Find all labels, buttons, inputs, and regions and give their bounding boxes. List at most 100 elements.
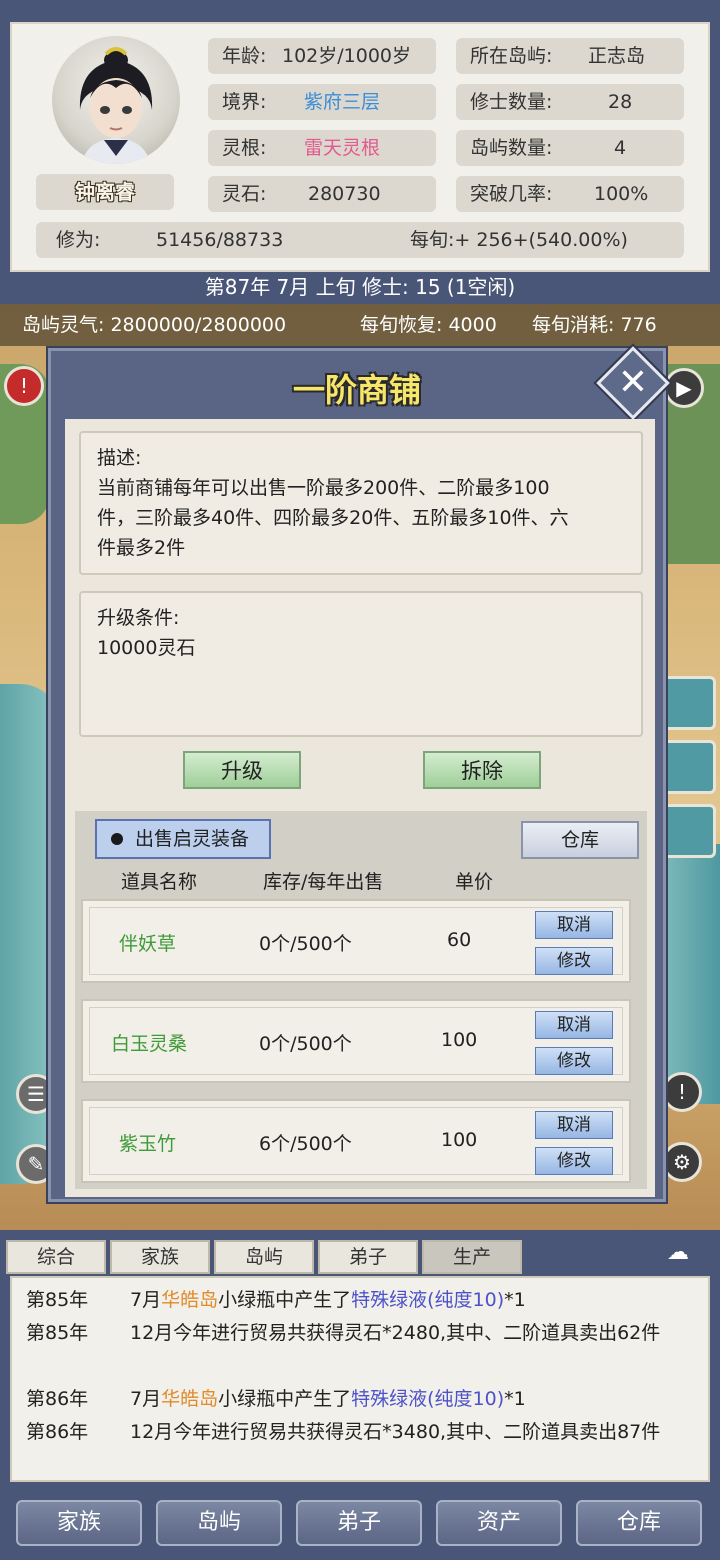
- event-log: 第85年 7月华皓岛小绿瓶中产生了特殊绿液(纯度10)*1 第85年 12月今年…: [10, 1276, 710, 1482]
- root-stat: 灵根: 雷天灵根: [208, 130, 436, 166]
- log-text: 小绿瓶中产生了: [218, 1289, 352, 1311]
- gear-icon[interactable]: ⚙: [662, 1142, 702, 1182]
- sell-equipment-toggle[interactable]: 出售启灵装备: [95, 819, 271, 859]
- edit-button[interactable]: 修改: [535, 1147, 613, 1175]
- character-panel: 钟离睿 年龄: 102岁/1000岁 境界: 紫府三层 灵根: 雷天灵根 灵石:…: [10, 22, 710, 272]
- nav-islands[interactable]: 岛屿: [156, 1500, 282, 1546]
- item-name: 伴妖草: [119, 933, 177, 955]
- log-entry: 第86年 7月华皓岛小绿瓶中产生了特殊绿液(纯度10)*1: [26, 1383, 706, 1416]
- item-name: 紫玉竹: [119, 1133, 177, 1155]
- item-stock: 0个/500个: [259, 933, 352, 955]
- status-line: 第87年 7月 上旬 修士: 15 (1空闲): [204, 275, 516, 299]
- nav-family[interactable]: 家族: [16, 1500, 142, 1546]
- cultivation-stat: 修为: 51456/88733 每旬:+ 256+(540.00%): [36, 222, 684, 258]
- column-item-name: 道具名称: [121, 871, 198, 893]
- tab-general[interactable]: 综合: [6, 1240, 106, 1274]
- upgrade-button[interactable]: 升级: [183, 751, 301, 789]
- item-price: 100: [441, 1029, 478, 1051]
- age-label: 年龄:: [222, 45, 267, 67]
- island-stat: 所在岛屿: 正志岛: [456, 38, 684, 74]
- nav-warehouse[interactable]: 仓库: [576, 1500, 702, 1546]
- alert-icon[interactable]: !: [662, 1072, 702, 1112]
- cultivators-value: 28: [608, 91, 633, 113]
- root-value: 雷天灵根: [304, 137, 381, 159]
- mascot-icon[interactable]: ☁: [658, 1240, 698, 1270]
- item-stock: 6个/500个: [259, 1133, 352, 1155]
- cultivators-label: 修士数量:: [470, 91, 553, 113]
- cancel-button[interactable]: 取消: [535, 911, 613, 939]
- map-water: [660, 844, 720, 1104]
- log-year: 第85年: [26, 1322, 89, 1344]
- item-name: 白玉灵桑: [111, 1033, 188, 1055]
- realm-stat: 境界: 紫府三层: [208, 84, 436, 120]
- log-message: 7月华皓岛小绿瓶中产生了特殊绿液(纯度10)*1: [130, 1383, 700, 1416]
- sell-equipment-label: 出售启灵装备: [135, 828, 250, 850]
- log-year: 第86年: [26, 1421, 89, 1443]
- breakthrough-stat: 突破几率: 100%: [456, 176, 684, 212]
- per-period-gain: 每旬:+ 256+(540.00%): [410, 229, 628, 251]
- list-item: 伴妖草 0个/500个 60 取消 修改: [81, 899, 631, 983]
- log-count: *1: [504, 1289, 526, 1311]
- demolish-button[interactable]: 拆除: [423, 751, 541, 789]
- modal-title: 一阶商铺: [292, 371, 421, 409]
- description-heading: 描述:: [97, 447, 142, 469]
- edit-button[interactable]: 修改: [535, 1047, 613, 1075]
- cultivation-value: 51456/88733: [156, 229, 284, 251]
- edit-button[interactable]: 修改: [535, 947, 613, 975]
- character-name: 钟离睿: [36, 174, 174, 210]
- list-item: 紫玉竹 6个/500个 100 取消 修改: [81, 1099, 631, 1183]
- map-building-card[interactable]: [662, 740, 716, 794]
- breakthrough-value: 100%: [594, 183, 649, 205]
- avatar[interactable]: [52, 36, 180, 164]
- tab-islands[interactable]: 岛屿: [214, 1240, 314, 1274]
- log-count: *1: [504, 1388, 526, 1410]
- nav-assets[interactable]: 资产: [436, 1500, 562, 1546]
- item-stock: 0个/500个: [259, 1033, 352, 1055]
- bottom-nav: 家族 岛屿 弟子 资产 仓库: [0, 1492, 720, 1560]
- log-year: 第86年: [26, 1388, 89, 1410]
- description-text: 当前商铺每年可以出售一阶最多200件、二阶最多100件，三阶最多40件、四阶最多…: [97, 477, 569, 559]
- log-item: 特殊绿液(纯度10): [351, 1388, 505, 1410]
- log-message: 12月今年进行贸易共获得灵石*3480,其中、二阶道具卖出87件: [130, 1421, 661, 1443]
- tab-disciples[interactable]: 弟子: [318, 1240, 418, 1274]
- log-text: 小绿瓶中产生了: [218, 1388, 352, 1410]
- log-entry: 第86年 12月今年进行贸易共获得灵石*3480,其中、二阶道具卖出87件: [26, 1416, 706, 1480]
- breakthrough-label: 突破几率:: [470, 183, 553, 205]
- warehouse-button[interactable]: 仓库: [521, 821, 639, 859]
- log-island: 华皓岛: [161, 1289, 219, 1311]
- cultivators-stat: 修士数量: 28: [456, 84, 684, 120]
- root-label: 灵根:: [222, 137, 267, 159]
- log-item: 特殊绿液(纯度10): [351, 1289, 505, 1311]
- stones-value: 280730: [308, 183, 381, 205]
- cancel-button[interactable]: 取消: [535, 1011, 613, 1039]
- realm-label: 境界:: [222, 91, 267, 113]
- list-item: 白玉灵桑 0个/500个 100 取消 修改: [81, 999, 631, 1083]
- tab-production[interactable]: 生产: [422, 1240, 522, 1274]
- alert-icon[interactable]: !: [4, 366, 44, 406]
- upgrade-heading: 升级条件:: [97, 607, 180, 629]
- nav-disciples[interactable]: 弟子: [296, 1500, 422, 1546]
- cultivation-label: 修为:: [56, 229, 101, 251]
- log-island: 华皓岛: [161, 1388, 219, 1410]
- radio-dot-icon: [111, 833, 123, 845]
- realm-value: 紫府三层: [304, 91, 381, 113]
- column-stock: 库存/每年出售: [263, 871, 384, 893]
- log-month: 7月: [130, 1289, 162, 1311]
- log-entry: 第85年 12月今年进行贸易共获得灵石*2480,其中、二阶道具卖出62件: [26, 1317, 706, 1383]
- cancel-button[interactable]: 取消: [535, 1111, 613, 1139]
- log-entry: 第85年 7月华皓岛小绿瓶中产生了特殊绿液(纯度10)*1: [26, 1284, 706, 1317]
- island-label: 所在岛屿:: [470, 45, 553, 67]
- item-price: 60: [447, 929, 472, 951]
- map-building-card[interactable]: [662, 676, 716, 730]
- stones-stat: 灵石: 280730: [208, 176, 436, 212]
- modal-content: 描述: 当前商铺每年可以出售一阶最多200件、二阶最多100件，三阶最多40件、…: [65, 419, 655, 1197]
- age-stat: 年龄: 102岁/1000岁: [208, 38, 436, 74]
- island-qi-bar: 岛屿灵气: 2800000/2800000 每旬恢复: 4000 每旬消耗: 7…: [0, 304, 720, 346]
- age-value: 102岁/1000岁: [282, 45, 412, 67]
- map-building-card[interactable]: [662, 804, 716, 858]
- play-icon[interactable]: ▶: [664, 368, 704, 408]
- tab-family[interactable]: 家族: [110, 1240, 210, 1274]
- islands-label: 岛屿数量:: [470, 137, 553, 159]
- stones-label: 灵石:: [222, 183, 267, 205]
- log-message: 12月今年进行贸易共获得灵石*2480,其中、二阶道具卖出62件: [130, 1322, 661, 1344]
